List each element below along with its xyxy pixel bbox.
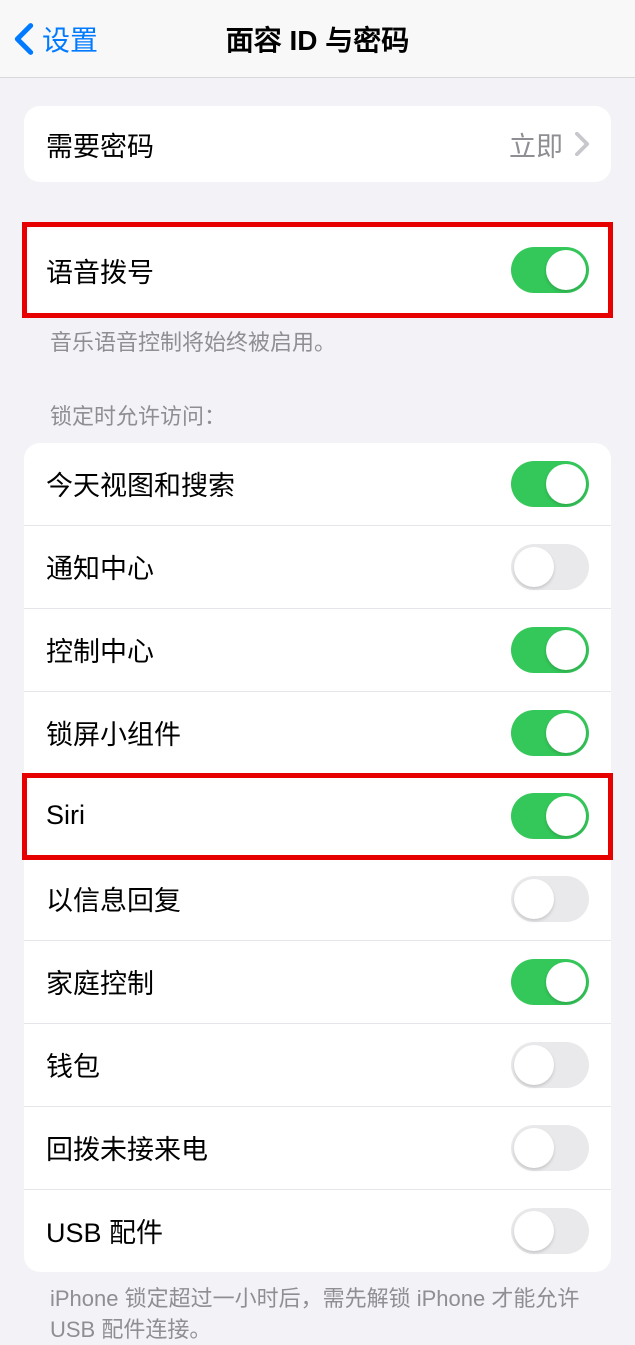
voice-dial-row: 语音拨号 bbox=[24, 224, 611, 316]
lock-item-label: USB 配件 bbox=[46, 1211, 163, 1250]
home-control-toggle[interactable] bbox=[511, 959, 589, 1005]
lock-item-return-missed-calls: 回拨未接来电 bbox=[24, 1107, 611, 1190]
lock-item-label: 以信息回复 bbox=[46, 879, 181, 918]
require-passcode-label: 需要密码 bbox=[46, 125, 154, 164]
usb-accessories-toggle[interactable] bbox=[511, 1208, 589, 1254]
notification-center-toggle[interactable] bbox=[511, 544, 589, 590]
passcode-section: 需要密码 立即 bbox=[24, 106, 611, 182]
lock-item-lock-screen-widgets: 锁屏小组件 bbox=[24, 692, 611, 775]
lock-item-siri: Siri bbox=[24, 775, 611, 858]
require-passcode-value: 立即 bbox=[509, 125, 589, 164]
reply-with-message-toggle[interactable] bbox=[511, 876, 589, 922]
back-button[interactable]: 设置 bbox=[0, 19, 98, 59]
today-view-toggle[interactable] bbox=[511, 461, 589, 507]
lock-item-usb-accessories: USB 配件 bbox=[24, 1190, 611, 1272]
return-missed-calls-toggle[interactable] bbox=[511, 1125, 589, 1171]
chevron-right-icon bbox=[575, 132, 589, 156]
lock-item-label: 回拨未接来电 bbox=[46, 1128, 208, 1167]
lock-item-label: Siri bbox=[46, 800, 85, 831]
voice-dial-footer: 音乐语音控制将始终被启用。 bbox=[24, 316, 611, 359]
switch-knob bbox=[546, 250, 586, 290]
lock-access-footer: iPhone 锁定超过一小时后，需先解锁 iPhone 才能允许 USB 配件连… bbox=[24, 1272, 611, 1345]
siri-toggle[interactable] bbox=[511, 793, 589, 839]
lock-item-control-center: 控制中心 bbox=[24, 609, 611, 692]
lock-item-label: 控制中心 bbox=[46, 630, 154, 669]
lock-item-home-control: 家庭控制 bbox=[24, 941, 611, 1024]
control-center-toggle[interactable] bbox=[511, 627, 589, 673]
lock-item-label: 今天视图和搜索 bbox=[46, 464, 235, 503]
lock-item-today-view: 今天视图和搜索 bbox=[24, 443, 611, 526]
lock-item-wallet: 钱包 bbox=[24, 1024, 611, 1107]
lock-access-header: 锁定时允许访问： bbox=[24, 399, 611, 443]
nav-header: 设置 面容 ID 与密码 bbox=[0, 0, 635, 78]
lock-item-label: 家庭控制 bbox=[46, 962, 154, 1001]
lock-item-label: 通知中心 bbox=[46, 547, 154, 586]
require-passcode-row[interactable]: 需要密码 立即 bbox=[24, 106, 611, 182]
voice-dial-label: 语音拨号 bbox=[46, 251, 154, 290]
lock-item-label: 锁屏小组件 bbox=[46, 713, 181, 752]
lock-item-reply-with-message: 以信息回复 bbox=[24, 858, 611, 941]
lock-screen-widgets-toggle[interactable] bbox=[511, 710, 589, 756]
back-label: 设置 bbox=[42, 19, 98, 59]
lock-item-notification-center: 通知中心 bbox=[24, 526, 611, 609]
wallet-toggle[interactable] bbox=[511, 1042, 589, 1088]
lock-item-label: 钱包 bbox=[46, 1045, 100, 1084]
voice-dial-toggle[interactable] bbox=[511, 247, 589, 293]
chevron-back-icon bbox=[10, 19, 38, 59]
